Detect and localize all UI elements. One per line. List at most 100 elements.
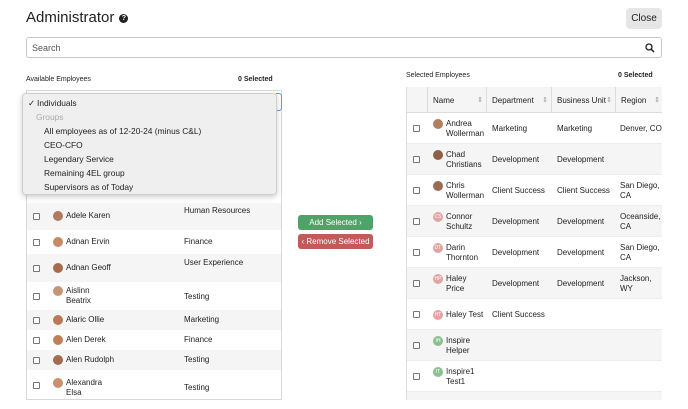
page-title-text: Administrator xyxy=(26,9,115,26)
employee-name: Chris Wollerman xyxy=(446,180,485,200)
column-header-business-unit[interactable]: Business Unit ⇕ xyxy=(551,87,615,113)
page-title: Administrator ? xyxy=(26,9,129,26)
row-checkbox[interactable] xyxy=(33,264,40,272)
row-checkbox[interactable] xyxy=(413,156,420,163)
sort-icon: ⇕ xyxy=(654,97,660,104)
table-row[interactable] xyxy=(407,392,662,400)
employee-region: Denver, CO xyxy=(620,123,662,133)
row-checkbox[interactable] xyxy=(33,382,40,389)
employee-business-unit xyxy=(557,299,613,330)
selected-employees-table: Name ⇕ Department ⇕ Business Unit ⇕ Region ⇕… xyxy=(406,87,662,400)
row-checkbox[interactable] xyxy=(33,292,40,300)
search-bar xyxy=(26,37,662,58)
table-row[interactable]: IT Inspire1 Test1 xyxy=(407,361,662,392)
sort-icon: ⇕ xyxy=(606,97,612,104)
employee-name: Aislinn Beatrix xyxy=(66,286,91,305)
avatar: IH xyxy=(433,335,443,346)
employee-department: Marketing xyxy=(184,315,220,324)
table-row[interactable]: Alaric Ollie Marketing xyxy=(27,310,281,330)
avatar xyxy=(53,286,63,296)
column-header-name[interactable]: Name ⇕ xyxy=(427,87,486,113)
row-checkbox[interactable] xyxy=(413,280,420,287)
row-checkbox[interactable] xyxy=(33,213,40,220)
row-checkbox[interactable] xyxy=(413,218,420,225)
row-checkbox[interactable] xyxy=(413,187,420,194)
employee-region: Jackson, WY xyxy=(620,273,652,293)
row-checkbox[interactable] xyxy=(33,316,40,324)
available-selected-count: 0 Selected xyxy=(238,76,273,83)
employee-name: Andrea Wollerman xyxy=(446,118,485,138)
employee-name: Chad Christians xyxy=(446,149,482,169)
employee-department: Development xyxy=(492,154,540,164)
employee-business-unit: Marketing xyxy=(557,123,593,133)
employee-name: Alen Derek xyxy=(66,335,106,344)
avatar xyxy=(53,378,63,388)
employee-region: San Diego, CA xyxy=(620,242,660,262)
table-row[interactable]: DT Darin Thornton Development Development… xyxy=(407,237,662,268)
dropdown-group-header: Groups xyxy=(36,112,64,122)
table-row[interactable]: Adnan Geoff User Experience xyxy=(27,254,281,282)
column-header-region[interactable]: Region ⇕ xyxy=(615,87,662,113)
dropdown-option[interactable]: CEO-CFO xyxy=(44,138,83,152)
employee-region xyxy=(620,361,662,392)
employee-business-unit: Development xyxy=(557,247,605,257)
table-row[interactable]: HP Haley Price Development Development Ja… xyxy=(407,268,662,299)
employee-name: Alen Rudolph xyxy=(66,355,115,364)
row-checkbox[interactable] xyxy=(413,311,420,318)
table-row[interactable]: Chad Christians Development Development xyxy=(407,144,662,175)
employee-department: Finance xyxy=(184,335,213,344)
employee-name: Inspire1 Test1 xyxy=(446,366,475,386)
employee-business-unit xyxy=(557,361,613,392)
table-row[interactable]: IH Inspire Helper xyxy=(407,330,662,361)
table-row[interactable]: Chris Wollerman Client Success Client Su… xyxy=(407,175,662,206)
row-checkbox[interactable] xyxy=(33,238,40,246)
employee-region xyxy=(620,330,662,361)
employee-name: Haley Test xyxy=(446,309,484,319)
row-checkbox[interactable] xyxy=(413,249,420,256)
row-checkbox[interactable] xyxy=(33,336,40,344)
table-row[interactable]: CS Connor Schultz Development Development… xyxy=(407,206,662,237)
avatar xyxy=(53,355,63,365)
close-button[interactable]: Close xyxy=(626,8,662,29)
table-row[interactable]: Adele Karen Human Resources xyxy=(27,203,281,230)
table-row[interactable]: Alexandra Elsa Testing xyxy=(27,370,281,399)
avatar: HP xyxy=(433,273,443,284)
employee-business-unit: Development xyxy=(557,216,605,226)
row-checkbox[interactable] xyxy=(413,342,420,349)
avatar xyxy=(53,237,63,247)
avatar xyxy=(53,315,63,325)
employee-business-unit: Development xyxy=(557,154,605,164)
row-checkbox[interactable] xyxy=(413,373,420,380)
help-icon[interactable]: ? xyxy=(119,14,129,23)
row-checkbox[interactable] xyxy=(33,356,40,364)
table-row[interactable]: HT Haley Test Client Success xyxy=(407,299,662,330)
table-row[interactable]: Aislinn Beatrix Testing xyxy=(27,282,281,310)
group-select-dropdown: ✓ Individuals Groups All employees as of … xyxy=(22,93,277,195)
search-icon[interactable] xyxy=(639,38,661,57)
search-input[interactable] xyxy=(27,38,639,57)
dropdown-option[interactable]: Legendary Service xyxy=(44,152,114,166)
table-row[interactable]: Adnan Ervin Finance xyxy=(27,230,281,254)
avatar: CS xyxy=(433,211,443,222)
avatar xyxy=(53,335,63,345)
employee-department: Finance xyxy=(184,237,213,246)
dropdown-option[interactable]: All employees as of 12-20-24 (minus C&L) xyxy=(44,124,201,138)
avatar: IT xyxy=(433,366,443,377)
dropdown-option[interactable]: Remaining 4EL group xyxy=(44,166,125,180)
employee-name: Adnan Geoff xyxy=(66,263,111,272)
remove-selected-button[interactable]: ‹ Remove Selected xyxy=(298,234,373,249)
table-row[interactable]: Andrea Wollerman Marketing Marketing Den… xyxy=(407,113,662,144)
employee-region: Oceanside, CA xyxy=(620,211,661,231)
table-row[interactable]: Alen Rudolph Testing xyxy=(27,350,281,370)
employee-department: Human Resources xyxy=(184,206,251,215)
employee-department: Development xyxy=(492,247,540,257)
employee-name: Adele Karen xyxy=(66,211,111,220)
row-checkbox[interactable] xyxy=(413,125,420,132)
selected-selected-count: 0 Selected xyxy=(618,72,653,79)
dropdown-option-individuals[interactable]: ✓ Individuals xyxy=(28,96,77,110)
dropdown-option[interactable]: Supervisors as of Today xyxy=(44,180,133,194)
column-header-department[interactable]: Department ⇕ xyxy=(486,87,551,113)
table-row[interactable]: Alen Derek Finance xyxy=(27,330,281,350)
avatar xyxy=(433,180,443,191)
add-selected-button[interactable]: Add Selected › xyxy=(298,215,373,230)
